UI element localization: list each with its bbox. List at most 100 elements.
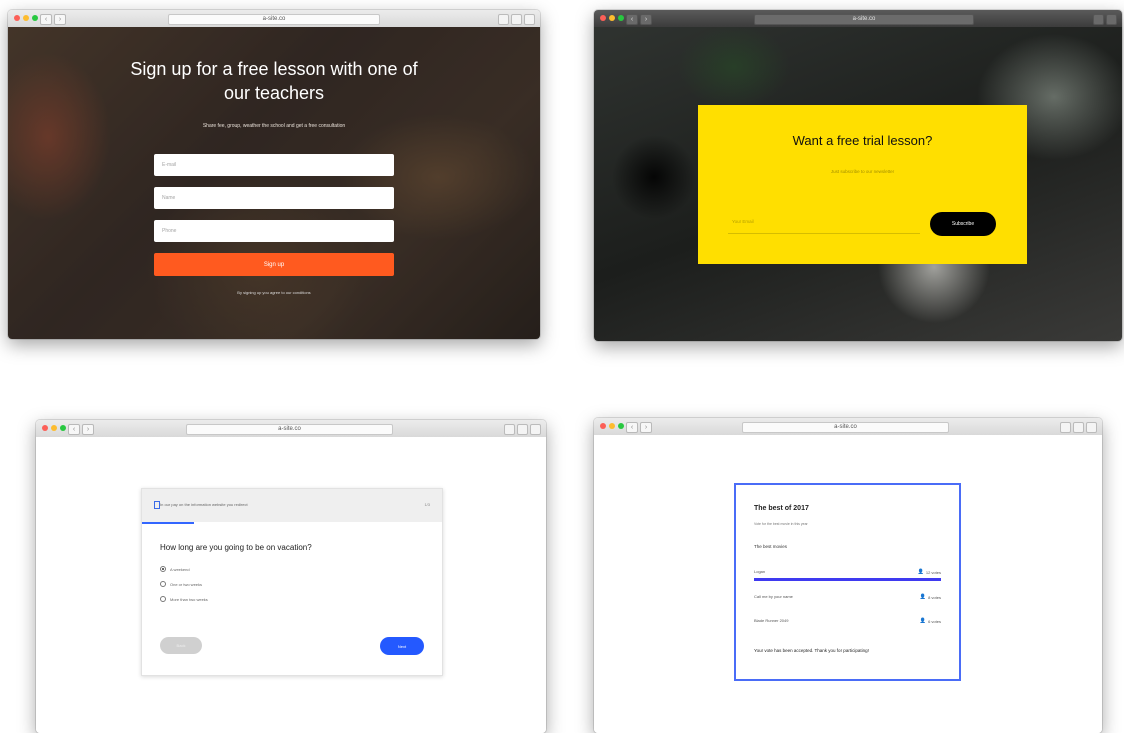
history-nav: ‹ › [68,424,94,435]
newsletter-email-field[interactable] [728,209,920,234]
radio-selected-icon[interactable] [160,566,166,572]
forward-nav-icon[interactable]: › [640,14,652,25]
survey-progress-bar [142,522,194,524]
add-tab-icon[interactable] [524,14,535,25]
poll-option-row[interactable]: Call me by your name 👤 8 votes [754,594,941,604]
window-controls [600,423,624,429]
terms-text: By signing up you agree to our condition… [237,290,311,295]
address-bar[interactable]: a-site.co [186,424,393,435]
back-nav-icon[interactable]: ‹ [626,14,638,25]
tabs-icon[interactable] [511,14,522,25]
signup-window: ‹ › a-site.co Sign up for a free lesson … [8,10,540,339]
share-icon[interactable] [1093,14,1104,25]
leading-vote-bar [754,578,941,581]
poll-subtitle: Vote for the best movie in this year [754,522,808,526]
share-icon[interactable] [498,14,509,25]
forward-nav-icon[interactable]: › [54,14,66,25]
email-field[interactable] [154,154,394,176]
survey-question: How long are you going to be on vacation… [160,543,312,552]
survey-info: In our pay on the information website yo… [160,502,248,507]
page-subtitle: Share fee, group, weather the school and… [202,123,346,129]
user-icon: 👤 [919,594,927,600]
vote-count: 👤 12 votes [918,569,941,575]
poll-option-row[interactable]: Blade Runner 2049 👤 6 votes [754,618,941,628]
toolbar-icons [1093,14,1117,25]
poll-section-title: The best movies [754,544,788,549]
minimize-window-icon[interactable] [51,425,57,431]
option-weekend[interactable]: A weekend [160,566,190,572]
minimize-window-icon[interactable] [23,15,29,21]
maximize-window-icon[interactable] [60,425,66,431]
back-nav-icon[interactable]: ‹ [68,424,80,435]
radio-icon[interactable] [160,581,166,587]
option-label: More than two weeks [170,596,208,602]
maximize-window-icon[interactable] [618,423,624,429]
minimize-window-icon[interactable] [609,15,615,21]
address-bar[interactable]: a-site.co [742,422,949,433]
address-bar[interactable]: a-site.co [754,14,974,25]
option-more-than-two-weeks[interactable]: More than two weeks [160,596,208,602]
toolbar-icons [504,424,541,435]
forward-nav-icon[interactable]: › [82,424,94,435]
close-window-icon[interactable] [600,423,606,429]
back-nav-icon[interactable]: ‹ [40,14,52,25]
vote-count-label: 6 votes [928,618,941,624]
browser-titlebar: ‹ › a-site.co [8,10,540,28]
close-window-icon[interactable] [14,15,20,21]
history-nav: ‹ › [626,14,652,25]
minimize-window-icon[interactable] [609,423,615,429]
vote-count-label: 8 votes [928,594,941,600]
poll-option-row[interactable]: Logan 👤 12 votes [754,569,941,581]
close-window-icon[interactable] [42,425,48,431]
option-one-or-two-weeks[interactable]: One or two weeks [160,581,202,587]
back-button[interactable]: Back [160,637,202,654]
add-tab-icon[interactable] [1086,422,1097,433]
browser-titlebar: ‹ › a-site.co [594,10,1122,28]
user-icon: 👤 [919,618,927,624]
card-title: Want a free trial lesson? [792,133,933,148]
radio-icon[interactable] [160,596,166,602]
window-controls [14,15,38,21]
trial-window: ‹ › a-site.co Want a free trial lesson? … [594,10,1122,341]
user-icon: 👤 [917,569,924,575]
tabs-icon[interactable] [517,424,528,435]
subscribe-button[interactable]: Subscribe [930,212,996,236]
maximize-window-icon[interactable] [618,15,624,21]
poll-option-name: Logan [754,569,766,574]
browser-titlebar: ‹ › a-site.co [594,418,1102,436]
survey-page: In our pay on the information website yo… [36,437,546,733]
share-icon[interactable] [1060,422,1071,433]
close-window-icon[interactable] [600,15,606,21]
phone-field[interactable] [154,220,394,242]
signup-hero: Sign up for a free lesson with one of ou… [8,27,540,339]
signup-button[interactable]: Sign up [154,253,394,276]
tabs-icon[interactable] [1106,14,1117,25]
maximize-window-icon[interactable] [32,15,38,21]
toolbar-icons [498,14,535,25]
history-nav: ‹ › [626,422,652,433]
vote-count-label: 12 votes [925,569,941,575]
card-subtitle: Just subscribe to our newsletter [830,169,895,174]
poll-window: ‹ › a-site.co The best of 2017 Vote for … [594,418,1102,733]
vote-count: 👤 6 votes [920,618,941,624]
trial-hero: Want a free trial lesson? Just subscribe… [594,27,1122,341]
survey-window: ‹ › a-site.co In our pay on the informat… [36,420,546,733]
trial-card: Want a free trial lesson? Just subscribe… [698,105,1027,264]
window-controls [600,15,624,21]
forward-nav-icon[interactable]: › [640,422,652,433]
name-field[interactable] [154,187,394,209]
toolbar-icons [1060,422,1097,433]
address-bar[interactable]: a-site.co [168,14,380,25]
history-nav: ‹ › [40,14,66,25]
add-tab-icon[interactable] [530,424,541,435]
survey-header: In our pay on the information website yo… [142,489,442,522]
question-counter: 1/3 [424,502,430,507]
tabs-icon[interactable] [1073,422,1084,433]
poll-title: The best of 2017 [754,505,809,512]
vote-confirmation: Your vote has been accepted. Thank you f… [754,648,869,653]
page-title: Sign up for a free lesson with one of ou… [130,59,418,103]
share-icon[interactable] [504,424,515,435]
next-button[interactable]: Next [380,637,424,655]
back-nav-icon[interactable]: ‹ [626,422,638,433]
poll-page: The best of 2017 Vote for the best movie… [594,435,1102,733]
